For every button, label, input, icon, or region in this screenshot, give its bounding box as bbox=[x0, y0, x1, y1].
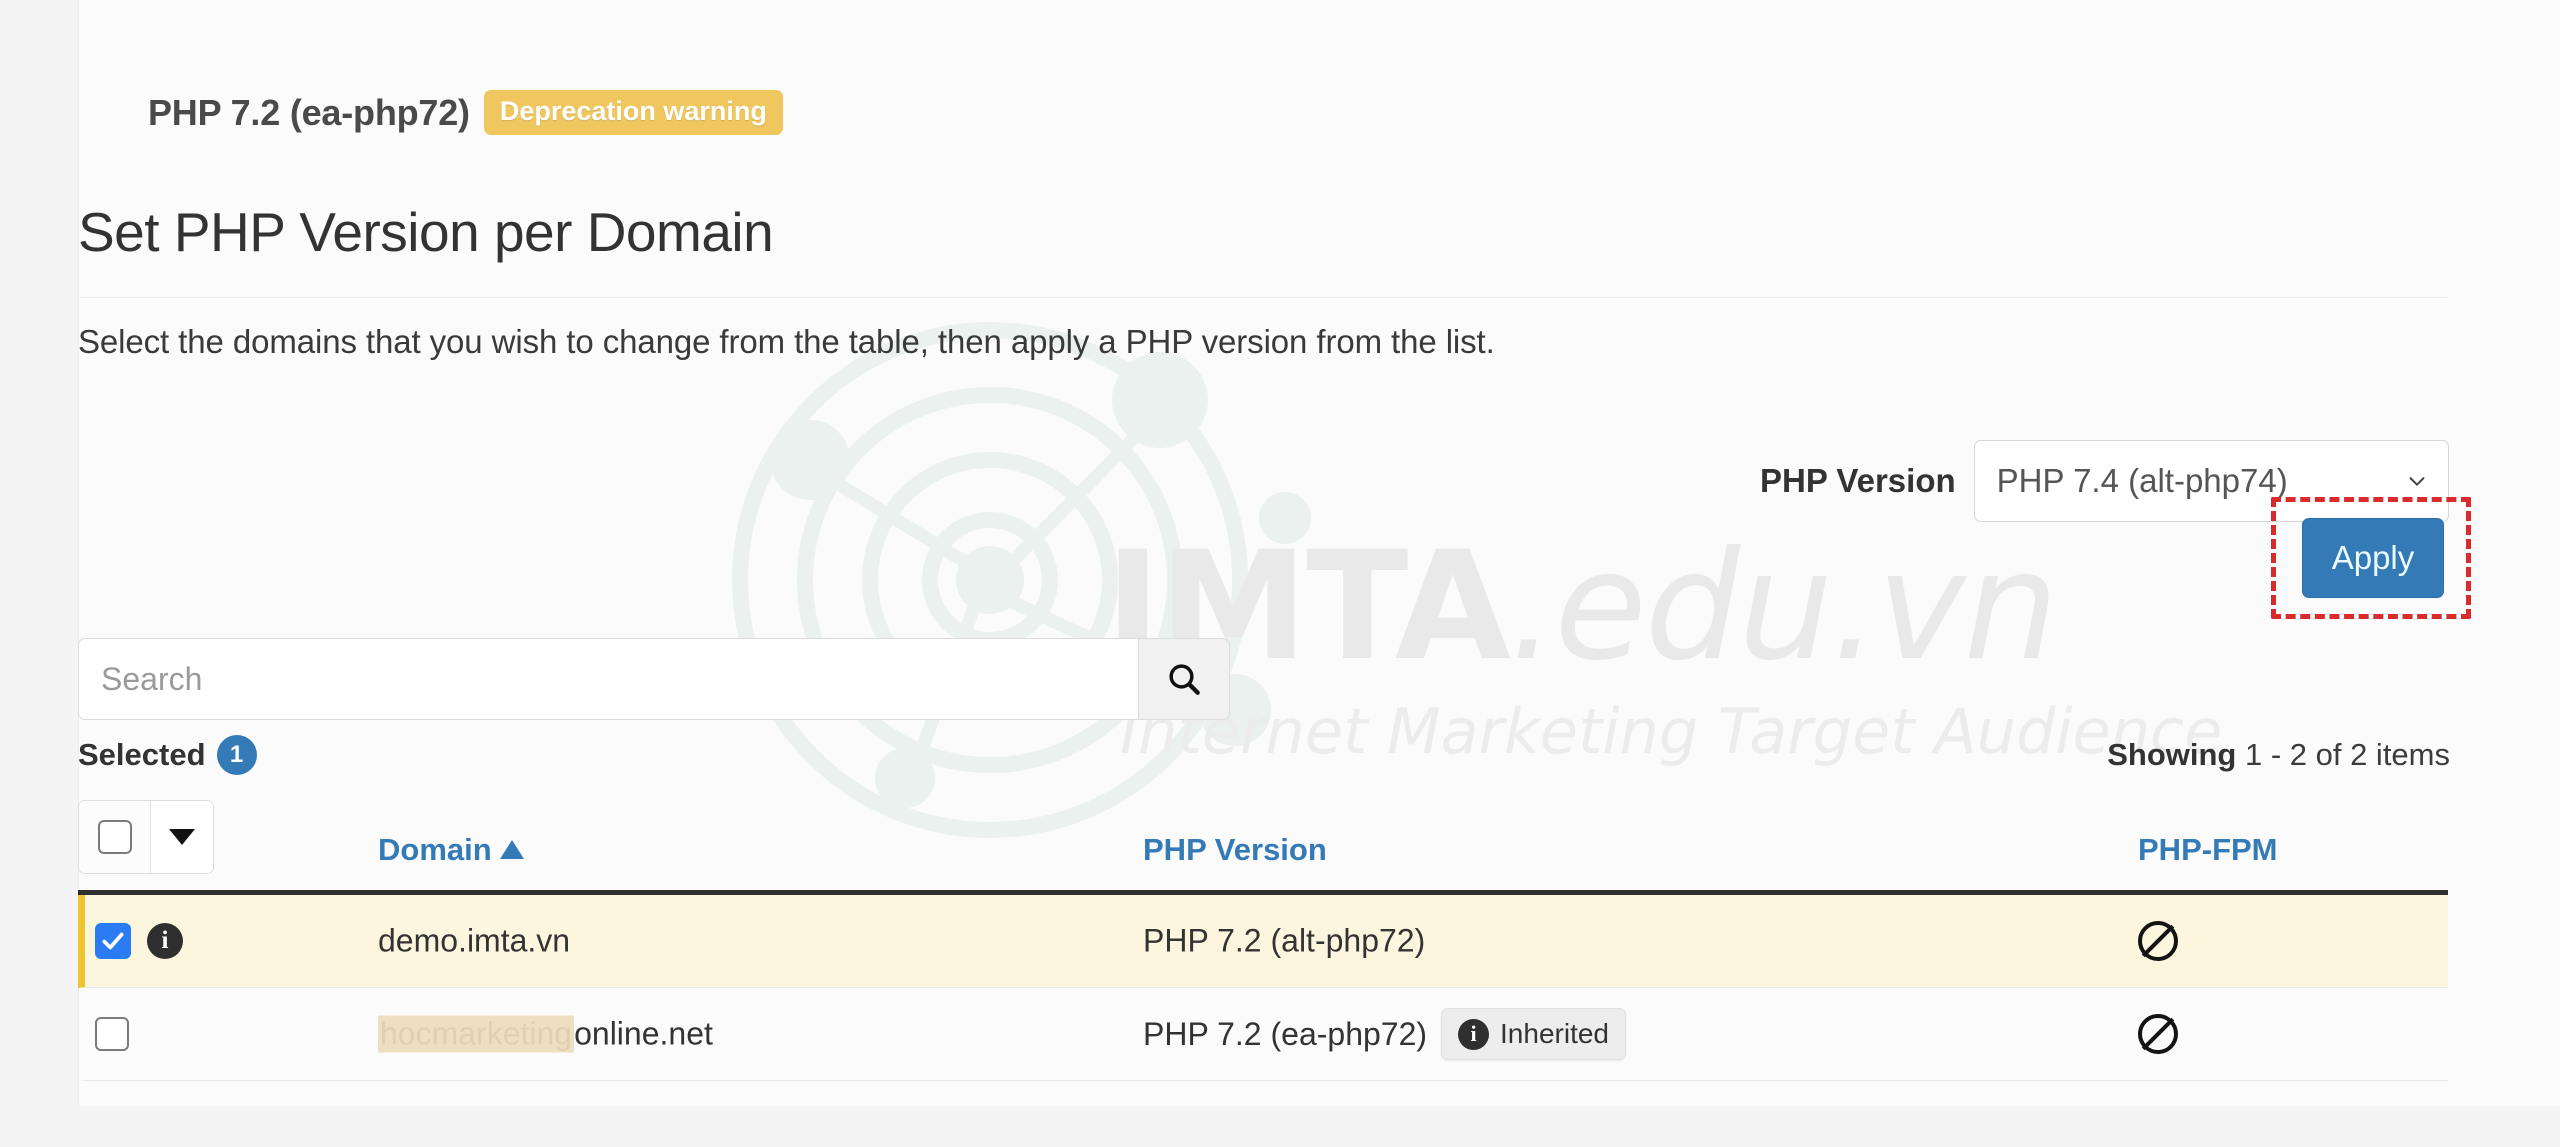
row-select-cell bbox=[95, 1017, 129, 1051]
page-title: Set PHP Version per Domain bbox=[78, 201, 774, 263]
showing-summary: Showing 1 - 2 of 2 items bbox=[2107, 737, 2450, 773]
page-subtitle: Select the domains that you wish to chan… bbox=[78, 323, 1495, 360]
sort-ascending-icon bbox=[499, 840, 524, 859]
row-php-version: PHP 7.2 (alt-php72) bbox=[1143, 923, 1425, 960]
showing-range: 1 - 2 of 2 items bbox=[2236, 737, 2450, 772]
prohibited-icon bbox=[2138, 1014, 2178, 1054]
search-button[interactable] bbox=[1138, 638, 1230, 720]
row-domain: hocmarketingonline.net bbox=[378, 1015, 713, 1053]
column-header-php-version[interactable]: PHP Version bbox=[1143, 832, 1327, 868]
inherited-badge-label: Inherited bbox=[1500, 1018, 1609, 1049]
selected-count-badge: 1 bbox=[216, 735, 257, 775]
table-row[interactable]: hocmarketingonline.net PHP 7.2 (ea-php72… bbox=[78, 988, 2448, 1081]
php-version-heading: PHP 7.2 (ea-php72) Deprecation warning bbox=[148, 90, 783, 135]
php-version-label: PHP Version bbox=[1760, 462, 1956, 499]
row-php-version-text: PHP 7.2 (ea-php72) bbox=[1143, 1015, 1428, 1052]
row-checkbox-checked[interactable] bbox=[95, 923, 131, 959]
row-php-version: PHP 7.2 (ea-php72) i Inherited bbox=[1143, 1008, 1626, 1060]
redacted-domain-part: hocmarketing bbox=[378, 1015, 575, 1053]
row-domain: demo.imta.vn bbox=[378, 922, 571, 959]
select-all-checkbox[interactable] bbox=[79, 801, 151, 873]
table-header-row: Domain PHP Version PHP-FPM bbox=[78, 790, 2448, 890]
checkbox-box bbox=[97, 820, 132, 854]
showing-prefix: Showing bbox=[2107, 737, 2237, 772]
php-version-heading-text: PHP 7.2 (ea-php72) bbox=[148, 91, 470, 133]
row-php-fpm bbox=[2138, 921, 2178, 961]
search-icon bbox=[1169, 664, 1200, 695]
table-row[interactable]: i demo.imta.vn PHP 7.2 (alt-php72) bbox=[78, 895, 2448, 988]
php-version-select-value: PHP 7.4 (alt-php74) bbox=[1996, 462, 2288, 499]
selected-summary: Selected 1 bbox=[78, 735, 257, 775]
title-divider bbox=[78, 297, 2448, 298]
deprecation-warning-badge: Deprecation warning bbox=[483, 90, 783, 135]
selected-label: Selected bbox=[78, 737, 206, 772]
page-root: IMTA.edu.vn Internet Marketing Target Au… bbox=[0, 0, 2560, 1147]
inherited-badge: i Inherited bbox=[1441, 1008, 1626, 1060]
search-bar bbox=[78, 638, 1230, 720]
check-icon bbox=[102, 932, 124, 950]
select-all-dropdown-toggle[interactable] bbox=[151, 801, 213, 873]
column-header-domain[interactable]: Domain bbox=[378, 832, 524, 868]
chevron-down-icon bbox=[2409, 477, 2425, 486]
domains-table: Domain PHP Version PHP-FPM i demo.imta.v… bbox=[78, 790, 2448, 1081]
row-select-cell: i bbox=[95, 923, 183, 959]
apply-button[interactable]: Apply bbox=[2302, 518, 2444, 598]
caret-down-icon bbox=[169, 829, 195, 845]
select-all-group bbox=[78, 800, 214, 874]
search-input[interactable] bbox=[78, 638, 1138, 720]
column-header-php-fpm[interactable]: PHP-FPM bbox=[2138, 832, 2278, 868]
column-header-domain-label: Domain bbox=[378, 832, 492, 867]
row-checkbox[interactable] bbox=[95, 1017, 129, 1051]
prohibited-icon bbox=[2138, 921, 2178, 961]
info-icon[interactable]: i bbox=[147, 923, 183, 959]
row-domain-text: online.net bbox=[574, 1015, 713, 1052]
row-php-fpm bbox=[2138, 1014, 2178, 1054]
row-php-version-text: PHP 7.2 (alt-php72) bbox=[1143, 922, 1426, 959]
info-icon: i bbox=[1458, 1018, 1490, 1050]
